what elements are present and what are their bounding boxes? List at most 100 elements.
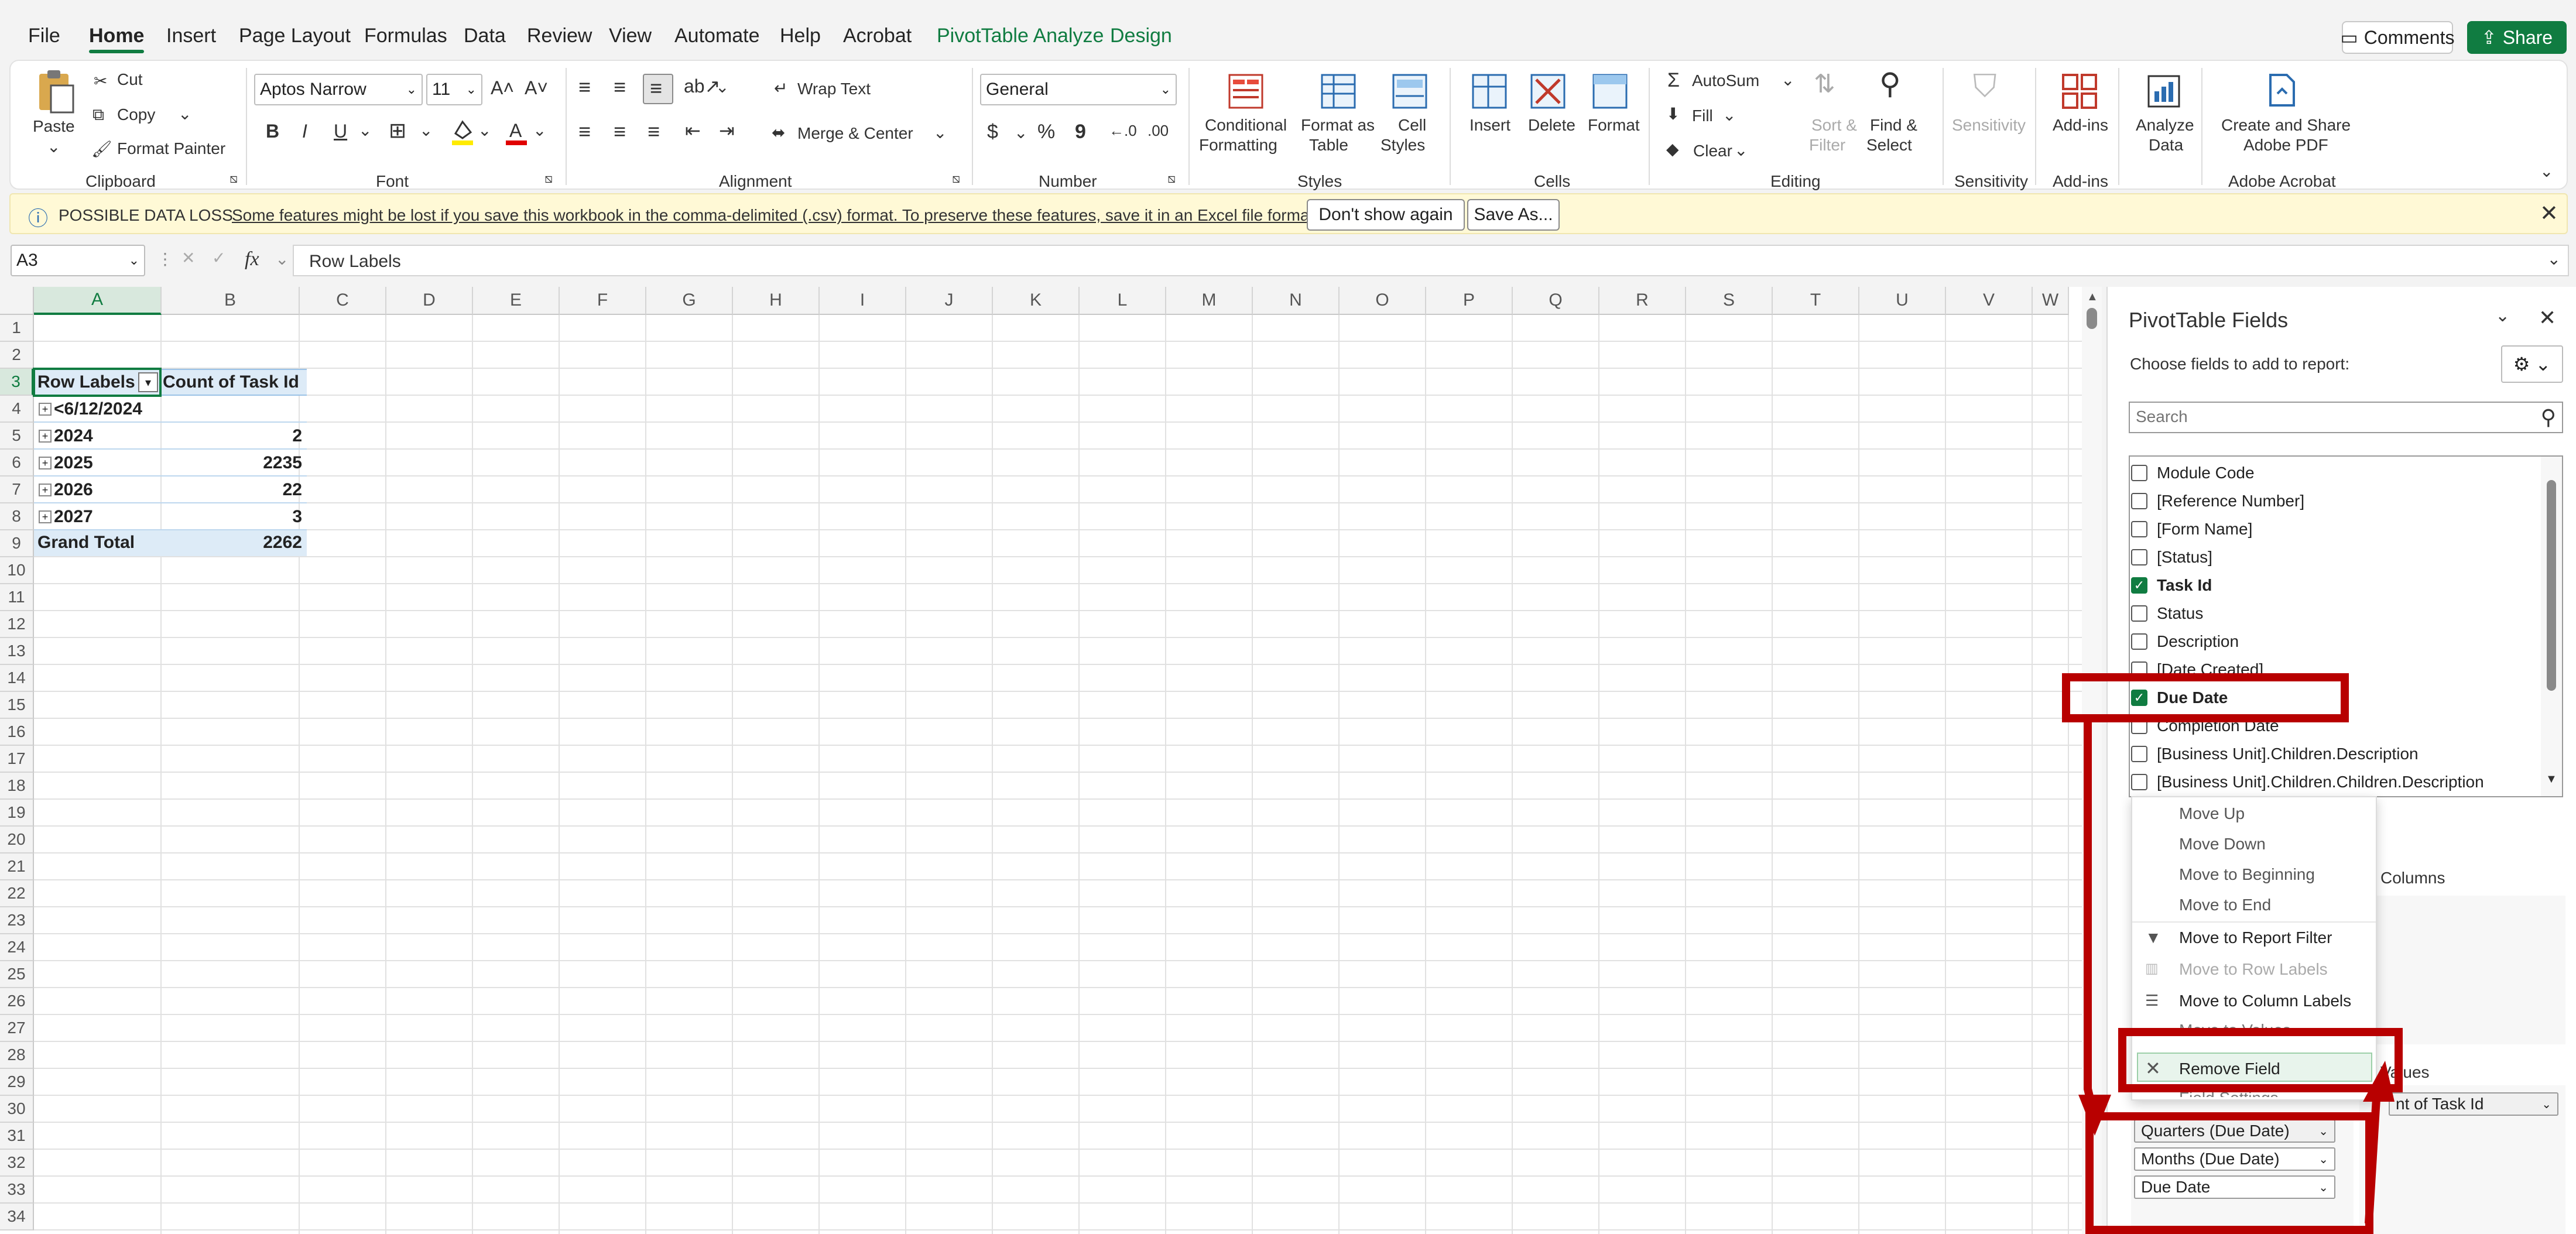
autosum-button[interactable]: AutoSum [1692, 71, 1759, 90]
menu-item-move-to-column-labels[interactable]: Move to Column Labels [2179, 992, 2351, 1010]
row-header-29[interactable]: 29 [0, 1069, 34, 1096]
select-all-corner[interactable] [0, 287, 34, 315]
menu-item-move-to-beginning[interactable]: Move to Beginning [2179, 865, 2315, 884]
clear-dropdown-icon[interactable]: ⌄ [1734, 140, 1748, 160]
vertical-scrollbar[interactable]: ▲ [2082, 287, 2102, 1234]
paste-dropdown-icon[interactable]: ⌄ [47, 137, 60, 156]
row-header-21[interactable]: 21 [0, 853, 34, 880]
field-checkbox[interactable] [2131, 465, 2147, 481]
save-as-button[interactable]: Save As... [1467, 199, 1560, 231]
decrease-indent-icon[interactable]: ⇤ [685, 119, 701, 142]
close-pane-icon[interactable]: ✕ [2539, 306, 2556, 330]
field-checkbox[interactable] [2131, 746, 2147, 762]
field-item[interactable]: ✓ Task Id [2131, 573, 2212, 598]
currency-dropdown-icon[interactable]: ⌄ [1014, 123, 1027, 142]
share-button[interactable]: ⇪ Share [2467, 21, 2567, 54]
field-checkbox[interactable] [2131, 493, 2147, 509]
insert-cells-button[interactable]: Insert [1469, 116, 1510, 135]
tab-insert[interactable]: Insert [166, 25, 216, 47]
copy-button[interactable]: Copy [117, 105, 155, 124]
column-header-i[interactable]: I [820, 287, 906, 315]
row-header-3[interactable]: 3 [0, 369, 34, 396]
menu-item-move-to-end[interactable]: Move to End [2179, 896, 2271, 914]
delete-cells-icon[interactable] [1527, 70, 1569, 112]
pivot-row-value[interactable]: 2235 [162, 450, 302, 477]
format-cells-button[interactable]: Format [1588, 116, 1640, 135]
number-format-select[interactable]: General ⌄ [980, 74, 1177, 105]
tab-help[interactable]: Help [780, 25, 821, 47]
field-item[interactable]: [Business Unit].Children.Description [2131, 741, 2419, 767]
clipboard-launcher-icon[interactable]: ⧅ [229, 171, 238, 186]
underline-dropdown-icon[interactable]: ⌄ [358, 121, 372, 140]
font-name-select[interactable]: Aptos Narrow ⌄ [254, 74, 423, 105]
clear-icon[interactable]: ◆ [1666, 139, 1679, 159]
row-header-27[interactable]: 27 [0, 1015, 34, 1042]
cell-styles-label-1[interactable]: Cell [1398, 116, 1426, 135]
column-header-r[interactable]: R [1599, 287, 1686, 315]
fill-icon[interactable]: ⬇ [1666, 104, 1680, 124]
format-cells-icon[interactable] [1589, 70, 1631, 112]
field-item[interactable]: [Form Name] [2131, 516, 2252, 542]
pane-options-chevron-icon[interactable]: ⌄ [2495, 306, 2510, 326]
column-header-h[interactable]: H [733, 287, 820, 315]
font-launcher-icon[interactable]: ⧅ [544, 171, 553, 186]
decrease-font-icon[interactable]: A˅ [525, 77, 548, 99]
conditional-formatting-label-2[interactable]: Formatting [1199, 136, 1277, 155]
row-header-24[interactable]: 24 [0, 934, 34, 961]
find-select-label-1[interactable]: Find & [1870, 116, 1917, 135]
row-header-7[interactable]: 7 [0, 477, 34, 503]
row-header-15[interactable]: 15 [0, 692, 34, 719]
column-header-p[interactable]: P [1426, 287, 1513, 315]
fill-button[interactable]: Fill [1692, 107, 1713, 125]
format-as-table-label-2[interactable]: Table [1309, 136, 1348, 155]
cut-icon[interactable]: ✂ [94, 71, 107, 91]
find-select-icon[interactable]: ⚲ [1879, 67, 1901, 101]
column-header-m[interactable]: M [1166, 287, 1253, 315]
pivot-value-header[interactable]: Count of Task Id [163, 369, 299, 396]
row-header-26[interactable]: 26 [0, 988, 34, 1015]
tab-view[interactable]: View [609, 25, 652, 47]
insert-cells-icon[interactable] [1468, 70, 1510, 112]
tab-pivottable-analyze[interactable]: PivotTable Analyze [937, 25, 1104, 47]
columns-area[interactable] [2359, 896, 2565, 1044]
cell-styles-icon[interactable] [1389, 70, 1431, 112]
wrap-text-button[interactable]: Wrap Text [797, 80, 871, 98]
number-launcher-icon[interactable]: ⧅ [1167, 171, 1176, 186]
paste-icon[interactable] [32, 68, 78, 115]
expand-icon[interactable]: + [39, 457, 52, 469]
sort-filter-label-2[interactable]: Filter [1809, 136, 1845, 155]
row-header-9[interactable]: 9 [0, 530, 34, 557]
fill-dropdown-icon[interactable]: ⌄ [1722, 105, 1736, 125]
warning-message-link[interactable]: Some features might be lost if you save … [232, 206, 1318, 225]
scroll-down-icon[interactable]: ▼ [2546, 773, 2557, 786]
row-header-20[interactable]: 20 [0, 827, 34, 853]
field-list-scroll-thumb[interactable] [2547, 480, 2556, 691]
expand-formula-icon[interactable]: ⌄ [2547, 249, 2561, 269]
row-header-14[interactable]: 14 [0, 665, 34, 692]
tab-review[interactable]: Review [527, 25, 592, 47]
font-color-dropdown-icon[interactable]: ⌄ [533, 121, 546, 140]
wrap-text-icon[interactable]: ↵ [774, 78, 787, 98]
column-header-v[interactable]: V [1946, 287, 2033, 315]
formula-input[interactable]: Row Labels ⌄ [293, 245, 2569, 276]
align-left-icon[interactable]: ≡ [578, 119, 591, 144]
column-header-w[interactable]: W [2033, 287, 2069, 315]
field-checkbox[interactable] [2131, 549, 2147, 565]
field-item[interactable]: Module Code [2131, 460, 2255, 486]
merge-dropdown-icon[interactable]: ⌄ [933, 123, 947, 142]
sensitivity-icon[interactable]: ⛉ [1973, 68, 1997, 105]
pivot-row-labels-header[interactable]: Row Labels [37, 369, 135, 396]
merge-center-icon[interactable]: ⬌ [772, 123, 785, 142]
alignment-launcher-icon[interactable]: ⧅ [952, 171, 960, 186]
insert-function-button[interactable]: fx [245, 248, 259, 270]
cell-styles-label-2[interactable]: Styles [1381, 136, 1425, 155]
expand-icon[interactable]: + [39, 484, 52, 496]
more-icon[interactable]: ⋮ [157, 249, 173, 269]
tab-page-layout[interactable]: Page Layout [239, 25, 351, 47]
pivot-row-label[interactable]: 2024 [54, 423, 93, 450]
pivot-row-value[interactable]: 22 [162, 477, 302, 503]
create-pdf-label-1[interactable]: Create and Share [2221, 116, 2351, 135]
values-chip[interactable]: nt of Task Id ⌄ [2389, 1092, 2558, 1116]
pivot-row-value[interactable]: 3 [162, 503, 302, 530]
pivot-row-value[interactable] [162, 396, 302, 423]
